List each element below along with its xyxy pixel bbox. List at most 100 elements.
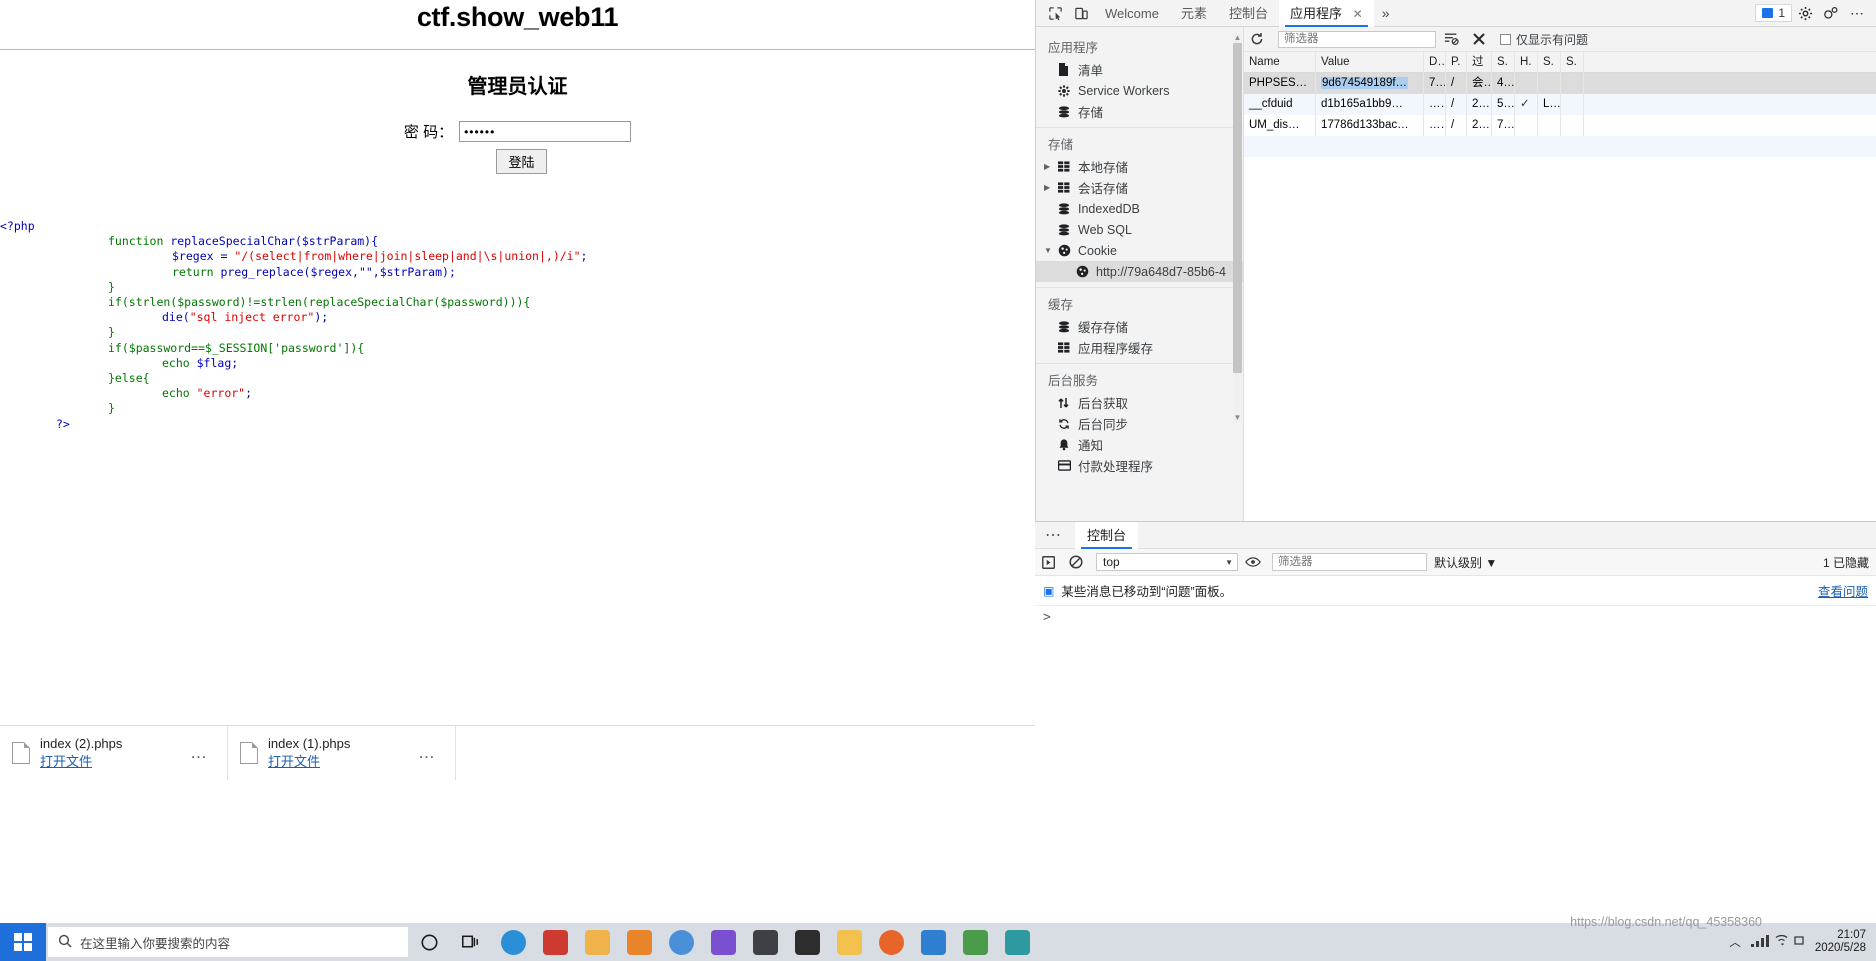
sidebar-item-session-storage[interactable]: ▶ 会话存储 xyxy=(1036,177,1243,198)
firefox-icon[interactable] xyxy=(870,923,912,961)
clear-filtered-icon[interactable] xyxy=(1444,32,1464,46)
chevron-right-icon[interactable]: ▶ xyxy=(1044,162,1056,171)
scroll-down-icon[interactable]: ▼ xyxy=(1233,413,1242,423)
console-filter-input[interactable] xyxy=(1272,553,1427,571)
checkbox-box[interactable] xyxy=(1500,33,1511,45)
gear-icon[interactable] xyxy=(1792,2,1818,24)
chrome-icon[interactable] xyxy=(660,923,702,961)
tab-console-drawer[interactable]: 控制台 xyxy=(1075,521,1139,549)
sidebar-item-web-sql[interactable]: Web SQL xyxy=(1036,219,1243,240)
table-row-empty[interactable] xyxy=(1244,136,1876,157)
device-toolbar-icon[interactable] xyxy=(1068,1,1094,25)
download-item[interactable]: index (2).phps 打开文件 … xyxy=(0,725,228,780)
cookie-domain: …. xyxy=(1424,94,1446,115)
start-button[interactable] xyxy=(0,923,46,961)
cookie-size: 4… xyxy=(1492,73,1515,94)
sidebar-item-service-workers[interactable]: Service Workers xyxy=(1036,80,1243,101)
column-header-httponly[interactable]: H. xyxy=(1515,51,1538,73)
table-row[interactable]: PHPSES… 9d674549189f… 7… / 会. 4… xyxy=(1244,73,1876,94)
message-count-badge[interactable]: 1 xyxy=(1755,4,1792,22)
column-header-secure[interactable]: S. xyxy=(1538,51,1561,73)
task-view-icon[interactable] xyxy=(450,923,492,961)
more-tabs-icon[interactable]: » xyxy=(1374,5,1398,21)
more-icon[interactable]: ⋯ xyxy=(1043,525,1075,545)
more-options-icon[interactable]: ⋯ xyxy=(1844,2,1870,24)
tab-welcome[interactable]: Welcome xyxy=(1094,0,1170,27)
nox-icon[interactable] xyxy=(744,923,786,961)
teal-app-icon[interactable] xyxy=(996,923,1038,961)
sidebar-item-cookie[interactable]: ▼ Cookie xyxy=(1036,240,1243,261)
table-row[interactable]: __cfduid d1b165a1bb9… …. / 2… 5… ✓ L… xyxy=(1244,94,1876,115)
database-icon xyxy=(1058,202,1078,215)
clear-console-icon[interactable] xyxy=(1042,555,1062,569)
console-context-selector[interactable]: top ▼ xyxy=(1096,553,1238,571)
explorer-icon[interactable] xyxy=(828,923,870,961)
code-error-string: "error" xyxy=(189,386,246,401)
chevron-up-icon[interactable]: ︿ xyxy=(1729,934,1741,950)
devtools-tabbar-right: 1 ⋯ xyxy=(1755,2,1876,24)
cookie-filter-input[interactable] xyxy=(1278,30,1436,48)
tray-icons[interactable] xyxy=(1749,933,1807,951)
sidebar-item-background-sync[interactable]: 后台同步 xyxy=(1036,413,1243,434)
sidebar-item-storage[interactable]: 存储 xyxy=(1036,101,1243,122)
column-header-expires[interactable]: 过 xyxy=(1467,51,1492,73)
purple-app-icon[interactable] xyxy=(702,923,744,961)
sidebar-item-notifications[interactable]: 通知 xyxy=(1036,434,1243,455)
no-entry-icon[interactable] xyxy=(1069,555,1089,569)
only-show-issues-checkbox[interactable]: 仅显示有问题 xyxy=(1500,31,1588,48)
tab-elements[interactable]: 元素 xyxy=(1170,0,1218,27)
edge-icon[interactable] xyxy=(492,923,534,961)
download-menu-icon[interactable]: … xyxy=(404,743,451,763)
column-header-size[interactable]: S. xyxy=(1492,51,1515,73)
refresh-icon[interactable] xyxy=(1250,32,1270,46)
column-header-domain[interactable]: D. xyxy=(1424,51,1446,73)
column-header-path[interactable]: P. xyxy=(1446,51,1467,73)
chevron-right-icon[interactable]: ▶ xyxy=(1044,183,1056,192)
sidebar-scrollbar[interactable]: ▲ ▼ xyxy=(1233,33,1242,423)
table-row[interactable]: UM_dis… 17786d133bac… …. / 2… 7… xyxy=(1244,115,1876,136)
tab-console[interactable]: 控制台 xyxy=(1218,0,1279,27)
browser-page-viewport: ctf.show_web11 管理员认证 密 码： 登陆 <?php funct… xyxy=(0,0,1035,725)
column-header-samesite[interactable]: S. xyxy=(1561,51,1584,73)
view-issues-link[interactable]: 查看问题 xyxy=(1818,581,1868,600)
column-header-name[interactable]: Name xyxy=(1244,51,1316,73)
scroll-up-icon[interactable]: ▲ xyxy=(1233,33,1242,43)
password-input[interactable] xyxy=(459,121,632,142)
green-app-icon[interactable] xyxy=(954,923,996,961)
scrollbar-thumb[interactable] xyxy=(1233,43,1242,373)
database-icon xyxy=(1058,320,1078,333)
sidebar-item-indexeddb[interactable]: IndexedDB xyxy=(1036,198,1243,219)
console-prompt[interactable]: > xyxy=(1035,606,1876,629)
close-icon[interactable]: ✕ xyxy=(1353,7,1363,21)
orange-app-icon[interactable] xyxy=(618,923,660,961)
folder-icon[interactable] xyxy=(576,923,618,961)
sidebar-item-manifest[interactable]: 清单 xyxy=(1036,59,1243,80)
taskbar-search-box[interactable]: 在这里输入你要搜索的内容 xyxy=(48,927,408,957)
code-regex-literal: "/(select|from|where|join|sleep|and|\s|u… xyxy=(234,249,581,264)
cortana-icon[interactable] xyxy=(408,923,450,961)
eye-icon[interactable] xyxy=(1245,556,1265,568)
blue-app-icon[interactable] xyxy=(912,923,954,961)
sidebar-item-application-cache[interactable]: 应用程序缓存 xyxy=(1036,337,1243,358)
customize-icon[interactable] xyxy=(1818,2,1844,24)
sidebar-item-local-storage[interactable]: ▶ 本地存储 xyxy=(1036,156,1243,177)
database-icon xyxy=(1058,223,1078,236)
chevron-down-icon[interactable]: ▼ xyxy=(1044,246,1056,255)
column-header-value[interactable]: Value xyxy=(1316,51,1424,73)
tab-application[interactable]: 应用程序 ✕ xyxy=(1278,0,1374,27)
console-level-selector[interactable]: 默认级别 ▼ xyxy=(1434,554,1497,571)
sidebar-item-payment-handler[interactable]: 付款处理程序 xyxy=(1036,455,1243,476)
sidebar-item-background-fetch[interactable]: 后台获取 xyxy=(1036,392,1243,413)
inspect-element-icon[interactable] xyxy=(1042,1,1068,25)
pycharm-icon[interactable] xyxy=(786,923,828,961)
download-item[interactable]: index (1).phps 打开文件 … xyxy=(228,725,456,780)
login-button[interactable]: 登陆 xyxy=(496,149,547,174)
app-red-icon[interactable] xyxy=(534,923,576,961)
download-menu-icon[interactable]: … xyxy=(176,743,223,763)
clear-all-cookies-icon[interactable] xyxy=(1472,32,1492,46)
download-open-link[interactable]: 打开文件 xyxy=(40,753,122,771)
sidebar-item-cache-storage[interactable]: 缓存存储 xyxy=(1036,316,1243,337)
download-open-link[interactable]: 打开文件 xyxy=(268,753,350,771)
taskbar-clock[interactable]: 21:07 2020/5/28 xyxy=(1815,929,1866,955)
sidebar-item-cookie-origin[interactable]: http://79a648d7-85b6-4 xyxy=(1036,261,1243,282)
